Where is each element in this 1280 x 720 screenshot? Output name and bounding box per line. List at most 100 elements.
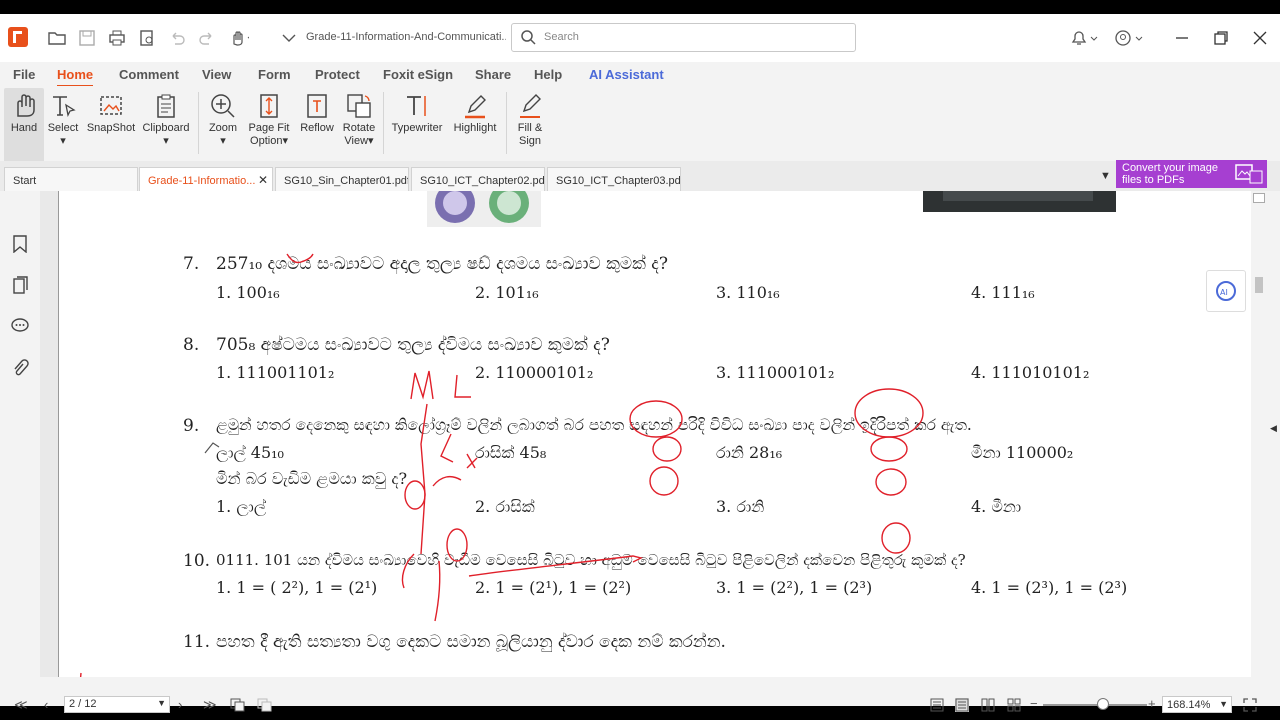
- open-folder-icon[interactable]: [47, 28, 67, 48]
- tab-start[interactable]: Start: [4, 167, 138, 191]
- bookmark-icon[interactable]: [11, 235, 29, 253]
- fill-sign-icon: [520, 94, 541, 118]
- clipboard-button[interactable]: Clipboard ▾: [141, 90, 191, 162]
- menu-form[interactable]: Form: [258, 67, 291, 82]
- menu-view[interactable]: View: [202, 67, 231, 82]
- convert-promo-banner[interactable]: Convert your image files to PDFs: [1116, 160, 1267, 188]
- restore-icon[interactable]: [1211, 28, 1231, 48]
- ai-assistant-floating-button[interactable]: AI: [1206, 270, 1246, 312]
- page-fit-option-button[interactable]: Page Fit Option▾: [246, 90, 292, 162]
- snapshot-button[interactable]: SnapShot: [86, 90, 136, 162]
- ink-stroke: [440, 433, 454, 463]
- menu-home[interactable]: Home: [57, 67, 94, 87]
- menu-help[interactable]: Help: [534, 67, 562, 82]
- search-input[interactable]: Search: [511, 23, 856, 52]
- zoom-out-icon[interactable]: −: [1030, 696, 1038, 711]
- document-title: Grade-11-Information-And-Communicati...: [306, 31, 506, 43]
- scroll-thumb[interactable]: [1255, 277, 1263, 293]
- continuous-facing-view-icon[interactable]: [1007, 698, 1021, 712]
- redo-icon[interactable]: [197, 28, 217, 48]
- menu-file[interactable]: File: [13, 67, 35, 82]
- typewriter-button[interactable]: Typewriter: [390, 90, 444, 162]
- zoom-level-input[interactable]: 168.14% ▼: [1162, 696, 1232, 713]
- document-view[interactable]: 7. 257₁₀ දශමය සංඛ්‍යාවට අදාල තුල්‍ය ෂඩ් …: [40, 191, 1251, 677]
- page-thumbnails-icon[interactable]: [11, 276, 29, 294]
- next-view-icon[interactable]: [257, 698, 273, 712]
- quick-access-dropdown-icon[interactable]: [279, 28, 299, 48]
- page-number-input[interactable]: 2 / 12 ▼: [64, 696, 170, 713]
- tab-grade-11[interactable]: Grade-11-Informatio... ✕: [139, 167, 273, 191]
- scroll-up-button[interactable]: [1253, 193, 1265, 203]
- print-preview-icon[interactable]: [137, 28, 157, 48]
- hand-tool-dropdown-icon[interactable]: [229, 28, 249, 48]
- pdf-page: 7. 257₁₀ දශමය සංඛ්‍යාවට අදාල තුල්‍ය ෂඩ් …: [58, 191, 1251, 677]
- title-bar: Grade-11-Information-And-Communicati... …: [0, 14, 1280, 62]
- comments-icon[interactable]: [11, 317, 29, 335]
- search-icon: [521, 30, 536, 45]
- close-icon[interactable]: [1250, 28, 1270, 48]
- tab-list-dropdown-icon[interactable]: ▼: [1100, 170, 1111, 182]
- hand-tool-button[interactable]: Hand: [6, 90, 42, 162]
- continuous-view-icon[interactable]: [955, 698, 969, 712]
- tab-sg10-ict-chapter03[interactable]: SG10_ICT_Chapter03.pdf: [547, 167, 681, 191]
- facing-view-icon[interactable]: [981, 698, 995, 712]
- ink-stroke: [466, 453, 478, 469]
- page-fit-icon: [260, 94, 278, 118]
- select-dropdown-icon: ▾: [60, 135, 66, 147]
- zoom-in-icon[interactable]: +: [1148, 696, 1156, 711]
- ribbon-divider: [506, 92, 507, 154]
- ink-stroke: [432, 475, 462, 487]
- zoom-slider[interactable]: [1043, 704, 1147, 706]
- minimize-icon[interactable]: [1172, 28, 1192, 48]
- ink-circle: [854, 388, 924, 438]
- collapse-right-panel-icon[interactable]: ◀: [1270, 423, 1277, 434]
- right-panel-collapse: ◀: [1267, 191, 1280, 677]
- highlight-button[interactable]: Highlight: [449, 90, 501, 162]
- tab-sg10-ict-chapter02[interactable]: SG10_ICT_Chapter02.pd...: [411, 167, 545, 191]
- undo-icon[interactable]: [167, 28, 187, 48]
- menu-protect[interactable]: Protect: [315, 67, 360, 82]
- handwritten-annotations: [79, 253, 924, 677]
- single-page-view-icon[interactable]: [930, 698, 944, 712]
- next-page-icon[interactable]: ›: [178, 697, 182, 712]
- first-page-icon[interactable]: ≪: [14, 697, 28, 713]
- document-tab-bar: Start Grade-11-Informatio... ✕ SG10_Sin_…: [0, 161, 1280, 191]
- zoom-icon: [211, 94, 235, 118]
- tab-close-icon[interactable]: ✕: [258, 173, 268, 187]
- zoom-button[interactable]: Zoom ▾: [205, 90, 241, 162]
- zoom-slider-handle[interactable]: [1097, 698, 1109, 710]
- select-tool-button[interactable]: Select ▾: [45, 90, 81, 162]
- previous-page-icon[interactable]: ‹: [44, 697, 48, 712]
- save-icon[interactable]: [77, 28, 97, 48]
- ai-assistant-icon: AI: [1216, 281, 1236, 301]
- typewriter-icon: [407, 96, 426, 116]
- menu-foxit-esign[interactable]: Foxit eSign: [383, 67, 453, 82]
- menu-comment[interactable]: Comment: [119, 67, 179, 82]
- notification-bell-icon[interactable]: [1067, 28, 1101, 48]
- full-screen-icon[interactable]: [1243, 698, 1257, 712]
- reflow-button[interactable]: Reflow: [298, 90, 336, 162]
- last-page-icon[interactable]: ≫: [203, 697, 217, 713]
- fill-sign-button[interactable]: Fill & Sign: [512, 90, 548, 162]
- ink-letter-m: [410, 370, 434, 400]
- previous-view-icon[interactable]: [230, 698, 246, 712]
- vertical-scrollbar[interactable]: [1251, 191, 1267, 677]
- menu-share[interactable]: Share: [475, 67, 511, 82]
- zoom-watermark: zoom: [1094, 634, 1234, 685]
- zoom-dropdown-icon[interactable]: ▼: [1219, 699, 1228, 709]
- highlight-icon: [465, 95, 486, 119]
- menu-ai-assistant[interactable]: AI Assistant: [589, 67, 664, 82]
- ink-circle: [629, 400, 683, 438]
- ink-circle: [875, 468, 907, 496]
- rotate-view-button[interactable]: Rotate View▾: [340, 90, 378, 162]
- status-bar: ≪ ‹ 2 / 12 ▼ › ≫ − + 168.14% ▼: [0, 677, 1280, 713]
- tab-sg10-sin-chapter01[interactable]: SG10_Sin_Chapter01.pdf: [275, 167, 409, 191]
- foxit-window: Grade-11-Information-And-Communicati... …: [0, 14, 1280, 713]
- attachment-icon[interactable]: [11, 359, 29, 377]
- ink-letter-l: [454, 374, 471, 398]
- hand-icon: [17, 94, 35, 117]
- account-icon[interactable]: [1112, 28, 1146, 48]
- page-dropdown-icon[interactable]: ▼: [157, 698, 166, 708]
- ink-circle: [649, 466, 679, 496]
- print-icon[interactable]: [107, 28, 127, 48]
